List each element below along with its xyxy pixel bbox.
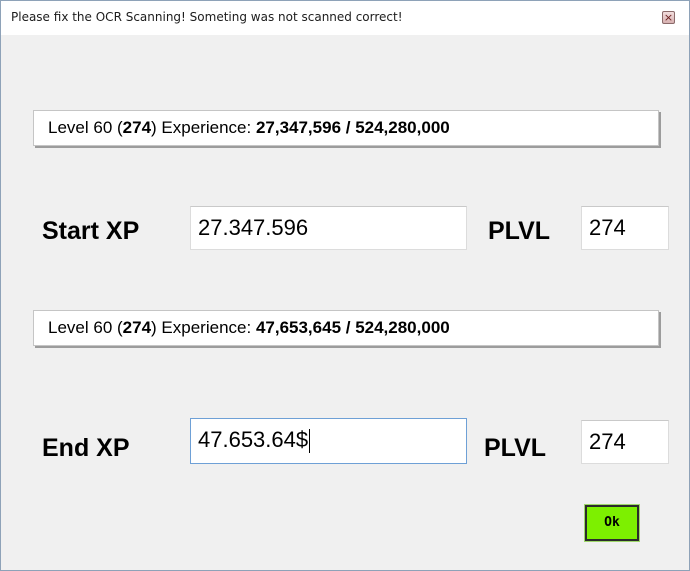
start-level-info: Level 60 (274) Experience: 27,347,596 / … xyxy=(33,110,659,146)
dialog-body: Level 60 (274) Experience: 27,347,596 / … xyxy=(11,35,679,562)
window-title: Please fix the OCR Scanning! Someting wa… xyxy=(11,10,403,24)
end-level-xp: 47,653,645 / 524,280,000 xyxy=(255,318,450,337)
title-bar[interactable]: Please fix the OCR Scanning! Someting wa… xyxy=(1,1,689,35)
end-plvl-input[interactable]: 274 xyxy=(581,420,669,464)
start-level-mid: ) Experience: xyxy=(151,118,256,137)
start-plvl-input[interactable]: 274 xyxy=(581,206,669,250)
start-xp-label: Start XP xyxy=(42,217,140,245)
start-plvl-label: PLVL xyxy=(488,217,551,245)
ok-button[interactable]: Ok xyxy=(584,504,640,542)
end-xp-label: End XP xyxy=(42,434,130,462)
start-level-plvl: 274 xyxy=(122,118,152,137)
end-level-info: Level 60 (274) Experience: 47,653,645 / … xyxy=(33,310,659,346)
start-xp-input[interactable]: 27.347.596 xyxy=(190,206,467,250)
dialog-window: Please fix the OCR Scanning! Someting wa… xyxy=(0,0,690,571)
end-level-mid: ) Experience: xyxy=(151,318,256,337)
end-xp-input[interactable]: 47.653.64$ xyxy=(190,418,467,464)
close-icon[interactable]: × xyxy=(662,11,675,24)
end-plvl-label: PLVL xyxy=(484,434,547,462)
text-caret xyxy=(309,429,311,454)
start-level-prefix: Level 60 ( xyxy=(48,118,123,137)
end-level-prefix: Level 60 ( xyxy=(48,318,123,337)
end-level-plvl: 274 xyxy=(122,318,152,337)
end-xp-value: 47.653.64$ xyxy=(198,427,309,452)
start-level-xp: 27,347,596 / 524,280,000 xyxy=(255,118,450,137)
